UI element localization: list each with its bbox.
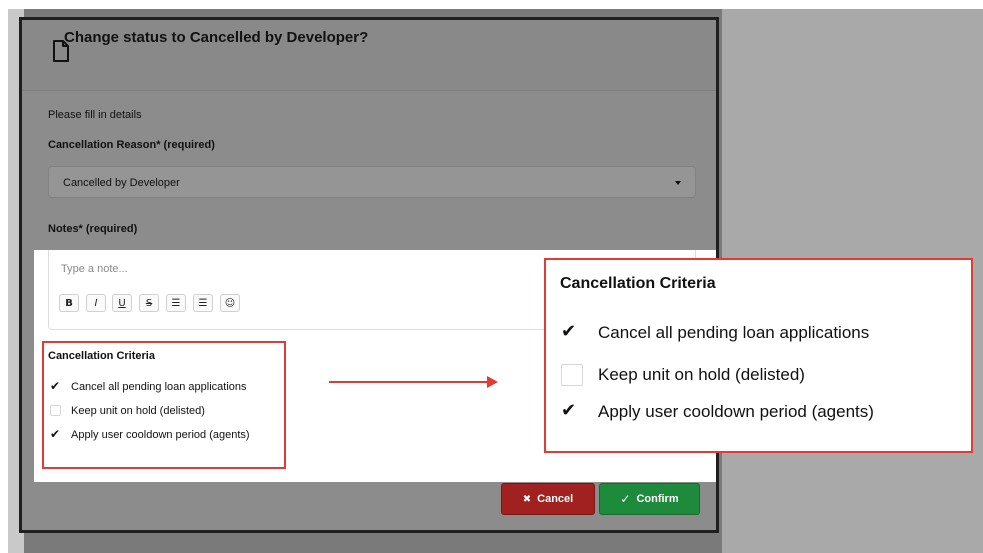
- zoomed-criteria-item: Apply user cooldown period (agents): [598, 402, 874, 421]
- close-icon: ✖: [522, 493, 532, 505]
- zoomed-criteria-callout: Cancellation Criteria ✔ Cancel all pendi…: [544, 258, 973, 453]
- bulleted-list-button[interactable]: ☰: [166, 294, 186, 312]
- arrow-head-icon: [487, 376, 498, 388]
- checkbox: [561, 364, 583, 386]
- notes-label: Notes* (required): [48, 223, 138, 235]
- caret-down-icon: [675, 181, 681, 185]
- checkbox[interactable]: [50, 405, 61, 416]
- notes-placeholder: Type a note...: [61, 263, 128, 275]
- zoomed-criteria-title: Cancellation Criteria: [560, 275, 716, 292]
- confirm-label: Confirm: [636, 493, 679, 505]
- bold-button[interactable]: B: [59, 294, 79, 312]
- cancel-label: Cancel: [537, 493, 574, 505]
- cancellation-reason-label: Cancellation Reason* (required): [48, 139, 215, 151]
- strikethrough-button[interactable]: S: [139, 294, 159, 312]
- underline-button[interactable]: U: [112, 294, 132, 312]
- dialog-title: Change status to Cancelled by Developer?: [64, 29, 369, 46]
- criteria-title: Cancellation Criteria: [48, 350, 155, 362]
- criteria-item-label: Cancel all pending loan applications: [71, 381, 247, 393]
- criteria-item-label: Apply user cooldown period (agents): [71, 429, 250, 441]
- checkmark-icon: ✔: [561, 400, 577, 421]
- checkmark-icon: ✔: [561, 321, 577, 342]
- checkmark-icon[interactable]: ✔: [50, 380, 60, 392]
- confirm-button[interactable]: ✓ Confirm: [599, 483, 700, 515]
- criteria-item-label: Keep unit on hold (delisted): [71, 405, 205, 417]
- emoji-button[interactable]: ☺: [220, 294, 240, 312]
- italic-button[interactable]: I: [86, 294, 106, 312]
- zoomed-criteria-item: Keep unit on hold (delisted): [598, 365, 805, 384]
- numbered-list-button[interactable]: ☰: [193, 294, 213, 312]
- zoomed-criteria-item: Cancel all pending loan applications: [598, 323, 870, 342]
- select-value: Cancelled by Developer: [63, 177, 180, 189]
- callout-arrow: [329, 381, 489, 383]
- check-icon: ✓: [620, 492, 631, 506]
- checkmark-icon[interactable]: ✔: [50, 428, 60, 440]
- instruction-text: Please fill in details: [48, 109, 142, 121]
- cancel-button[interactable]: ✖ Cancel: [501, 483, 595, 515]
- cancellation-reason-select[interactable]: Cancelled by Developer: [48, 166, 696, 198]
